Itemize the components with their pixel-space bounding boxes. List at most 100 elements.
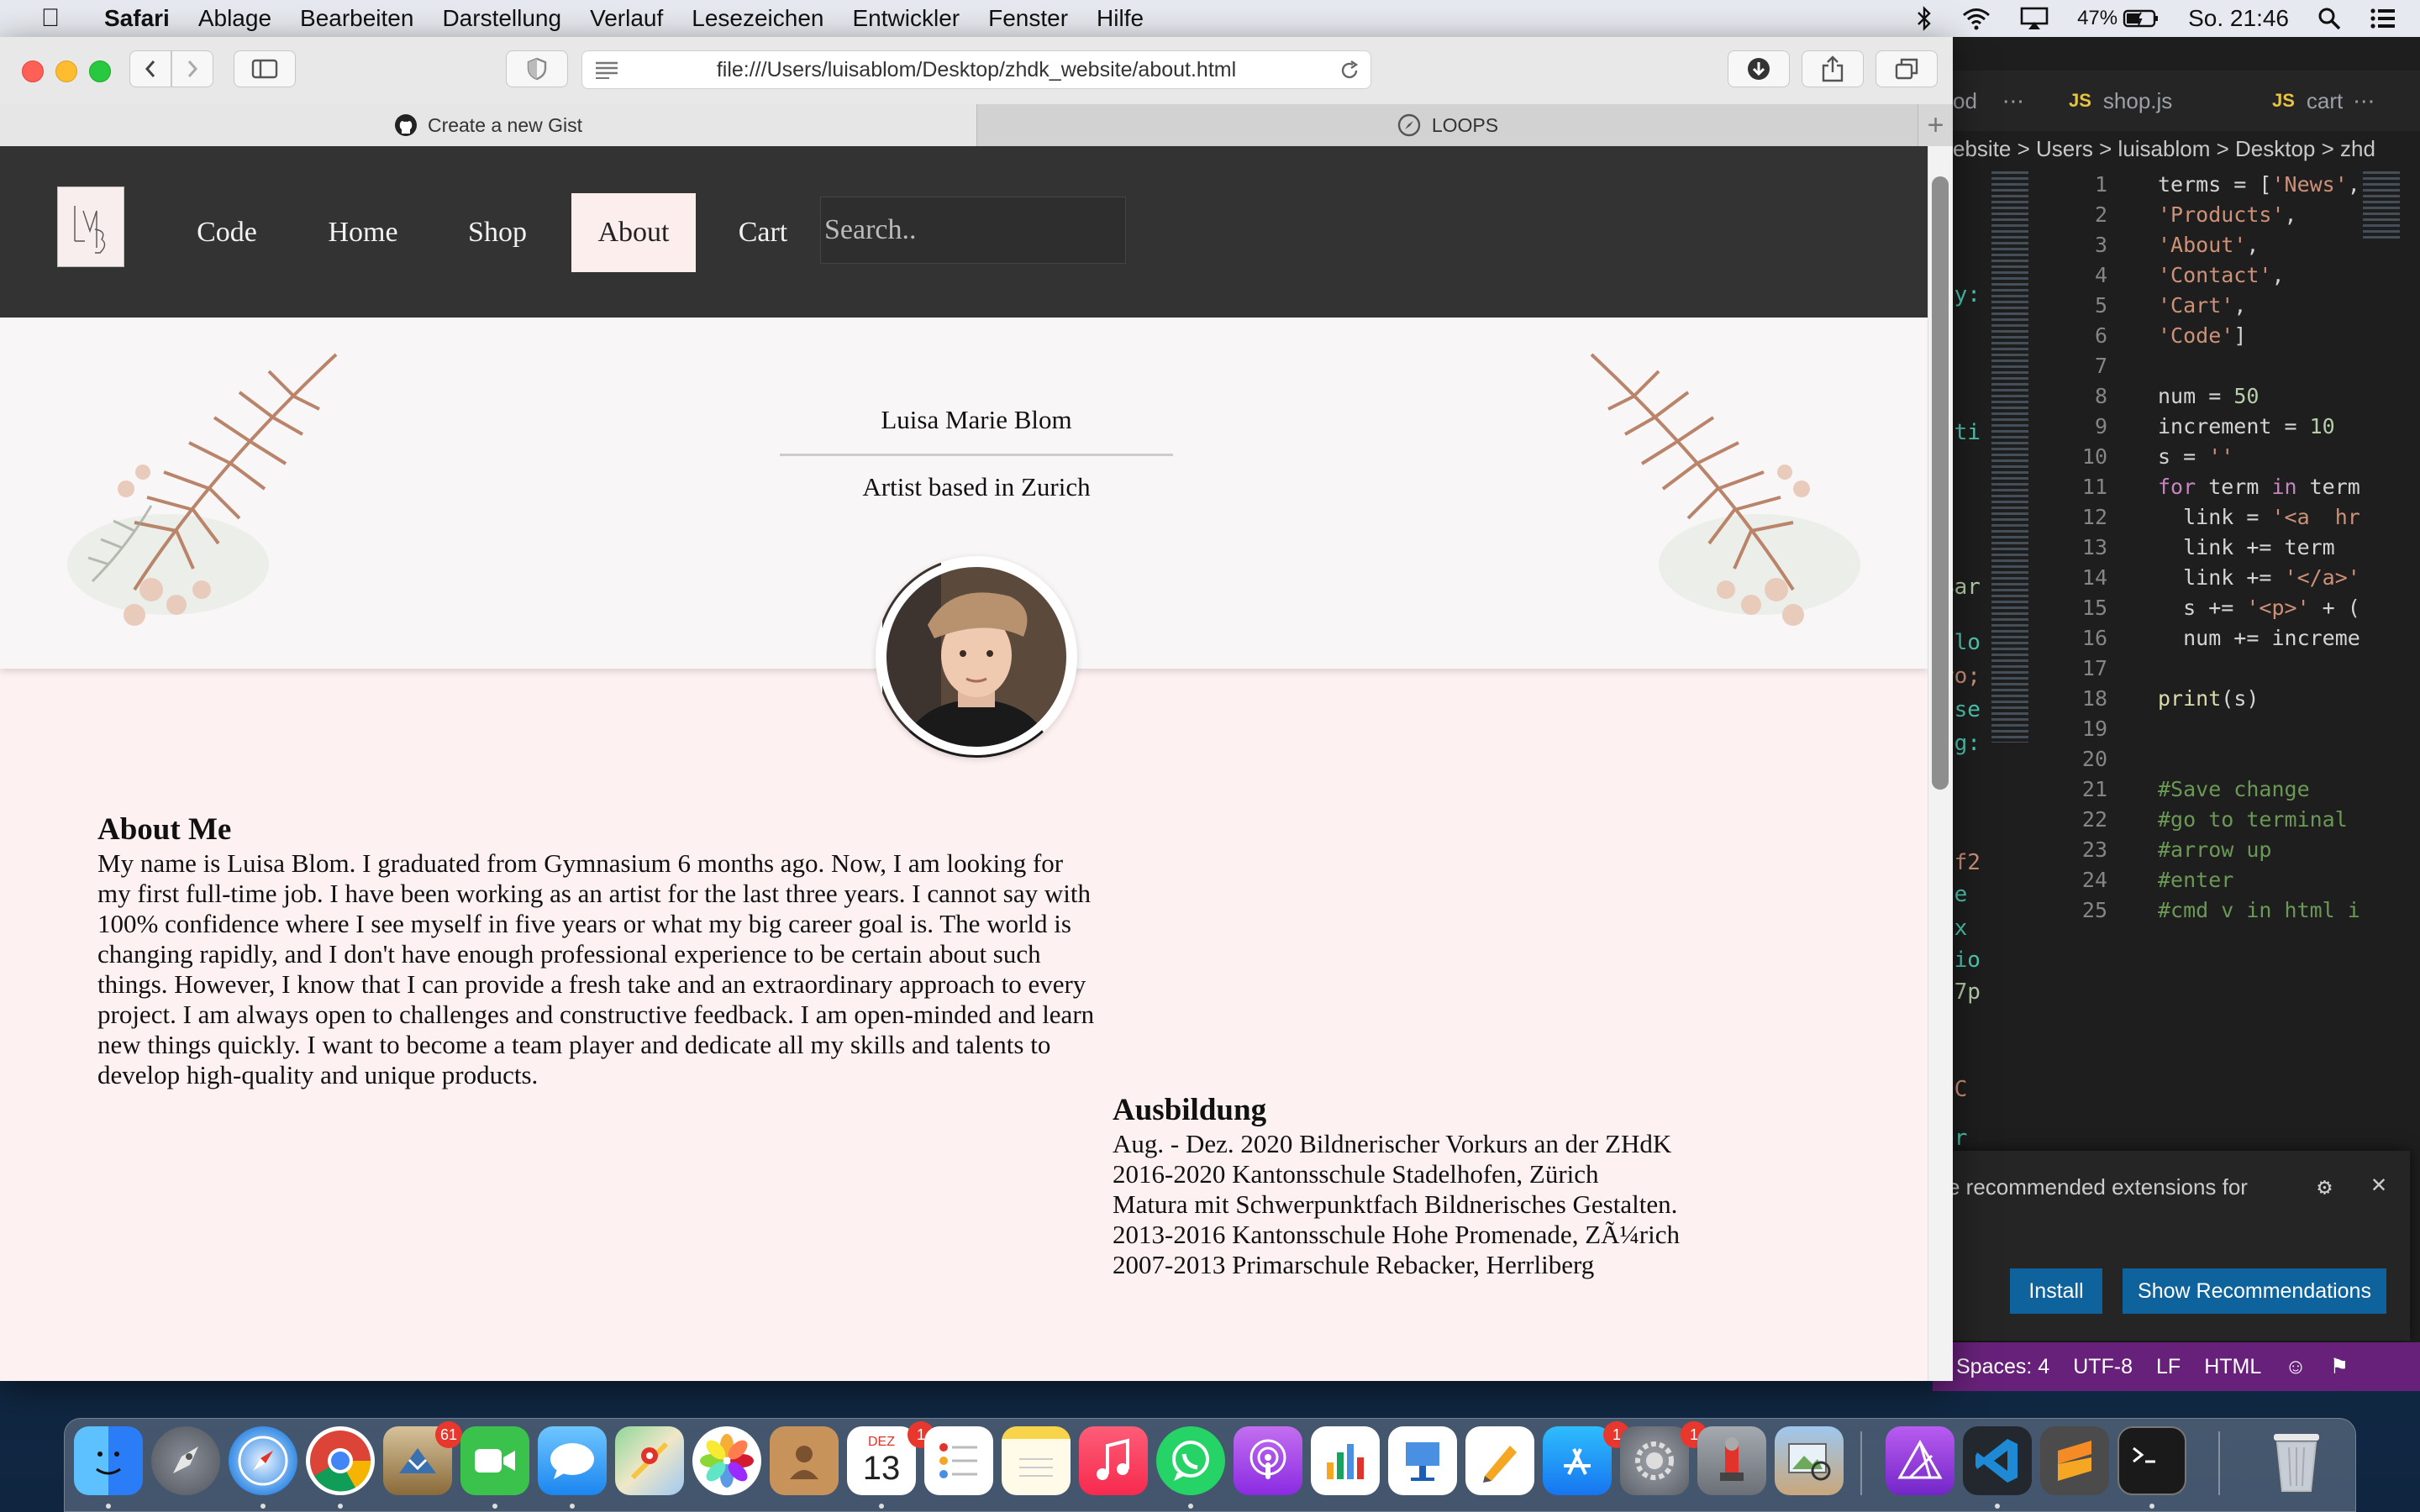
nav-link-code[interactable]: Code — [176, 193, 277, 272]
url-bar[interactable]: file:///Users/luisablom/Desktop/zhdk_web… — [581, 50, 1371, 89]
menu-hilfe[interactable]: Hilfe — [1097, 5, 1144, 32]
finder-icon[interactable] — [74, 1426, 143, 1495]
numbers-icon[interactable] — [1311, 1426, 1380, 1495]
tab-overview-button[interactable] — [1876, 50, 1938, 87]
site-nav-bar: Code Home Shop About Cart Search.. — [0, 146, 1928, 318]
privacy-report-button[interactable] — [506, 50, 568, 87]
wifi-icon[interactable] — [1961, 7, 1991, 30]
status-language[interactable]: HTML — [2204, 1355, 2261, 1379]
vscode-tab-cart[interactable]: JS cart ⋯ — [2272, 71, 2375, 131]
vscode-window: od ⋯ JS shop.js JS cart ⋯ ebsite > Users > l… — [1933, 37, 2420, 1391]
vscode-tab-overflow[interactable]: od ⋯ — [1953, 71, 2024, 131]
notes-icon[interactable] — [1002, 1426, 1071, 1495]
whatsapp-icon[interactable] — [1156, 1426, 1225, 1495]
nav-link-shop[interactable]: Shop — [447, 193, 548, 272]
podcasts-icon[interactable] — [1234, 1426, 1302, 1495]
menu-lesezeichen[interactable]: Lesezeichen — [692, 5, 823, 32]
facetime-icon[interactable] — [460, 1426, 529, 1495]
bluetooth-icon[interactable] — [1916, 6, 1933, 31]
nav-link-about[interactable]: About — [571, 193, 696, 272]
app-store-icon[interactable] — [1543, 1426, 1612, 1495]
education-item: Matura mit Schwerpunktfach Bildnerisches… — [1113, 1189, 1678, 1219]
contacts-icon[interactable] — [770, 1426, 839, 1495]
site-search-input[interactable]: Search.. — [820, 197, 1126, 264]
share-button[interactable] — [1802, 50, 1864, 87]
battery-icon — [2123, 9, 2159, 28]
downloads-button[interactable] — [1728, 50, 1790, 87]
page-scrollbar-thumb[interactable] — [1932, 176, 1949, 790]
shield-icon — [527, 57, 547, 81]
calendar-icon[interactable]: DEZ 13 — [847, 1426, 916, 1495]
sublime-text-icon[interactable] — [2040, 1426, 2109, 1495]
safari-app-icon[interactable] — [229, 1426, 297, 1495]
menu-bearbeiten[interactable]: Bearbeiten — [300, 5, 413, 32]
menu-app-safari[interactable]: Safari — [104, 5, 170, 32]
control-center-icon[interactable] — [2370, 8, 2396, 29]
preview-icon[interactable] — [1775, 1426, 1844, 1495]
show-recommendations-button[interactable]: Show Recommendations — [2123, 1268, 2386, 1314]
battery-indicator[interactable]: 47% — [2077, 7, 2160, 30]
vscode-tab-bar: od ⋯ JS shop.js JS cart ⋯ — [1933, 71, 2420, 131]
affinity-photo-icon[interactable] — [1886, 1426, 1954, 1495]
menu-fenster[interactable]: Fenster — [988, 5, 1068, 32]
reminders-icon[interactable] — [924, 1426, 993, 1495]
close-window-button[interactable] — [22, 60, 44, 82]
status-encoding[interactable]: UTF-8 — [2073, 1355, 2133, 1379]
new-tab-button[interactable]: + — [1918, 104, 1953, 146]
clock[interactable]: So. 21:46 — [2188, 5, 2289, 32]
line-number: 17 — [2081, 656, 2107, 680]
calendar-day: 13 — [862, 1450, 901, 1487]
minimize-window-button[interactable] — [55, 60, 77, 82]
running-indicator — [492, 1504, 497, 1509]
launchpad-icon[interactable] — [151, 1426, 220, 1495]
tab-create-gist[interactable]: Create a new Gist — [0, 104, 976, 146]
terminal-icon[interactable] — [2118, 1426, 2186, 1495]
vscode-minimap-left[interactable] — [1991, 171, 2028, 743]
sidebar-toggle-button[interactable] — [234, 50, 296, 87]
menu-darstellung[interactable]: Darstellung — [442, 5, 561, 32]
status-eol[interactable]: LF — [2156, 1355, 2181, 1379]
photos-icon[interactable] — [692, 1426, 761, 1495]
trash-icon[interactable] — [2262, 1426, 2331, 1495]
gear-icon[interactable]: ⚙ — [2317, 1173, 2332, 1200]
site-logo[interactable] — [57, 186, 124, 267]
forward-button[interactable] — [171, 50, 213, 87]
feedback-icon[interactable]: ☺ — [2285, 1355, 2307, 1379]
close-icon[interactable]: ✕ — [2371, 1169, 2386, 1199]
menu-ablage[interactable]: Ablage — [198, 5, 271, 32]
pages-icon[interactable] — [1465, 1426, 1534, 1495]
maps-icon[interactable] — [615, 1426, 684, 1495]
system-preferences-icon[interactable] — [1620, 1426, 1689, 1495]
notifications-bell-icon[interactable]: ⚑ — [2330, 1354, 2349, 1379]
nav-link-home[interactable]: Home — [313, 193, 413, 272]
spotlight-search-icon[interactable] — [2317, 7, 2341, 30]
reader-icon[interactable] — [594, 60, 619, 79]
back-button[interactable] — [129, 50, 171, 87]
apple-menu-icon[interactable]:  — [34, 2, 67, 35]
nav-link-cart[interactable]: Cart — [723, 193, 803, 272]
chrome-icon[interactable] — [306, 1426, 375, 1495]
calendar-month: DEZ — [868, 1435, 895, 1449]
automator-icon[interactable] — [1697, 1426, 1766, 1495]
reload-icon[interactable] — [1339, 60, 1360, 81]
sidebar-icon — [251, 59, 278, 79]
status-indentation[interactable]: Spaces: 4 — [1956, 1355, 2049, 1379]
fullscreen-window-button[interactable] — [89, 60, 111, 82]
menu-verlauf[interactable]: Verlauf — [590, 5, 663, 32]
install-button[interactable]: Install — [2010, 1268, 2102, 1314]
education-heading: Ausbildung — [1113, 1093, 1267, 1127]
vscode-breadcrumb[interactable]: ebsite > Users > luisablom > Desktop > z… — [1933, 136, 2420, 170]
keynote-icon[interactable] — [1388, 1426, 1457, 1495]
airplay-icon[interactable] — [2020, 7, 2049, 30]
line-number: 11 — [2081, 475, 2107, 499]
menu-entwickler[interactable]: Entwickler — [853, 5, 960, 32]
menu-bar:  Safari Ablage Bearbeiten Darstellung V… — [0, 0, 2420, 37]
messages-icon[interactable] — [538, 1426, 607, 1495]
vscode-code-area[interactable]: terms = ['News', 'Products', 'About', 'C… — [2158, 170, 2420, 926]
vscode-app-icon[interactable] — [1963, 1426, 2032, 1495]
music-icon[interactable] — [1079, 1426, 1148, 1495]
tab-loops[interactable]: LOOPS — [976, 104, 1918, 146]
vscode-tab-shop-js[interactable]: JS shop.js — [2069, 71, 2172, 131]
line-number: 3 — [2094, 233, 2107, 257]
github-icon — [394, 114, 417, 136]
